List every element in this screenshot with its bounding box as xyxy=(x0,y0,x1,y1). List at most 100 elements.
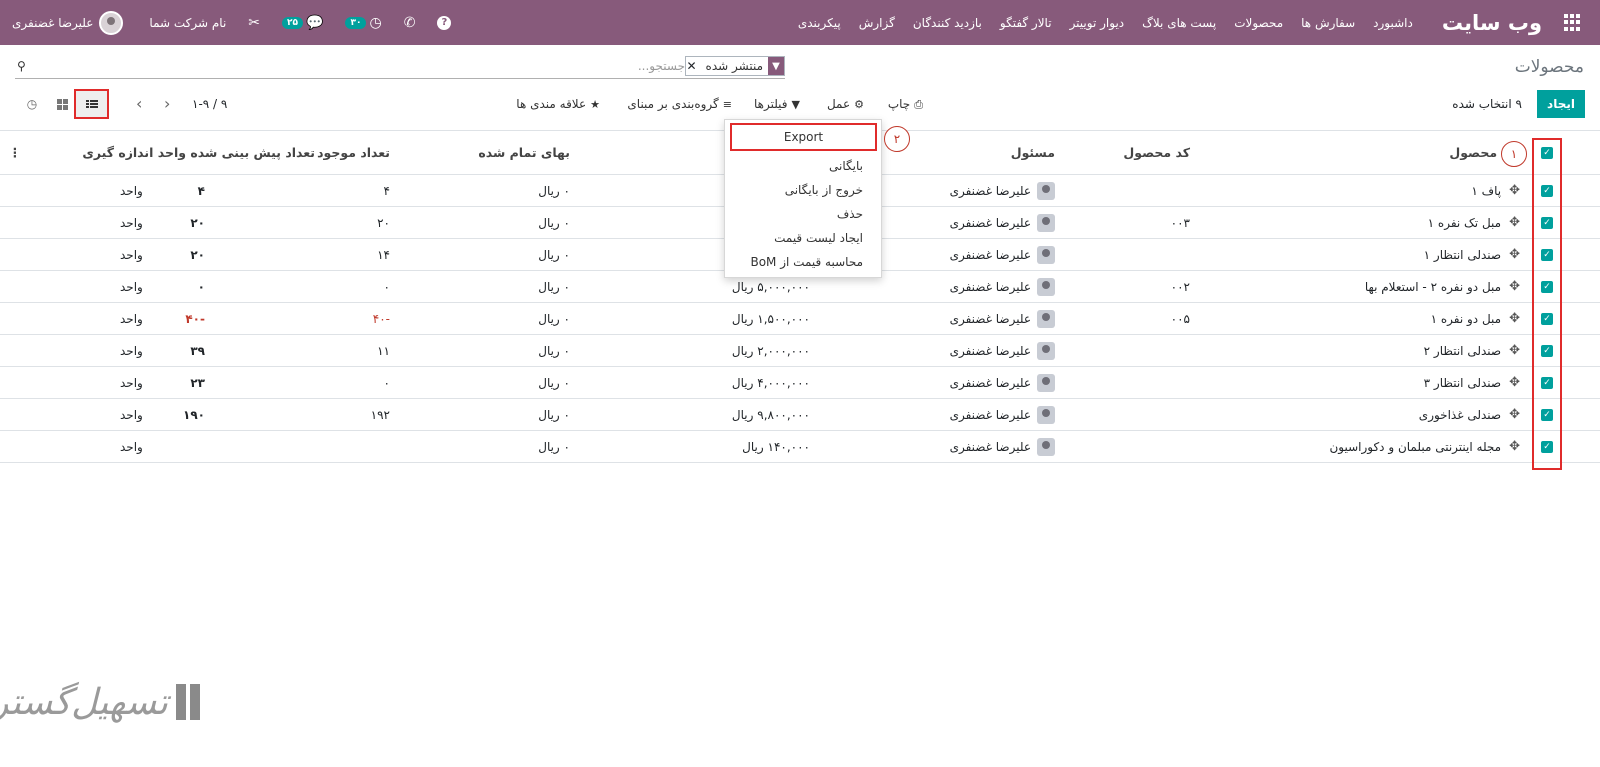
chat-icon: 💬 xyxy=(306,14,324,31)
systray: علیرضا غضنفری نام شرکت شما ✂ ۲۵ 💬 ۳۰ ◷ ✆… xyxy=(12,0,473,45)
product-name-cell: ✥ پاف ۱ xyxy=(1190,175,1520,206)
drag-handle-icon[interactable]: ✥ xyxy=(1509,439,1520,454)
chevron-left-icon[interactable]: ‹ xyxy=(136,94,142,113)
activity-view-button[interactable]: ◷ xyxy=(20,94,44,114)
activity-menu[interactable]: ۳۰ ◷ xyxy=(345,15,382,31)
responsible-cell: علیرضا غضنفری xyxy=(825,367,1055,398)
favorites-button[interactable]: ★علاقه مندی ها xyxy=(516,97,600,111)
responsible-name: علیرضا غضنفری xyxy=(949,311,1031,326)
search-input[interactable] xyxy=(265,56,685,76)
uom: واحد xyxy=(120,183,143,198)
cost-price: ۰ ریال xyxy=(538,215,570,230)
qty-available: ۱۴ xyxy=(377,247,390,262)
header-code[interactable]: کد محصول xyxy=(1080,131,1190,174)
apps-menu-icon[interactable] xyxy=(1562,13,1580,32)
table-row[interactable]: ✓ ✥ صندلی انتظار ۳ علیرضا غضنفری ۴,۰۰۰,۰۰۰ ر… xyxy=(0,367,1600,399)
menu-item-dashboard[interactable]: داشبورد xyxy=(1364,16,1422,30)
breadcrumb: محصولات xyxy=(1514,57,1584,77)
user-menu[interactable]: علیرضا غضنفری xyxy=(12,10,124,35)
filters-button[interactable]: ▼فیلترها xyxy=(754,97,800,111)
uom: واحد xyxy=(120,407,143,422)
cost-price: ۰ ریال xyxy=(538,407,570,422)
list-view-button[interactable] xyxy=(74,89,109,119)
menu-item-orders[interactable]: سفارش ها xyxy=(1292,16,1364,30)
responsible-cell: علیرضا غضنفری xyxy=(825,303,1055,334)
menu-item-reporting[interactable]: گزارش xyxy=(850,16,904,30)
drag-handle-icon[interactable]: ✥ xyxy=(1509,215,1520,230)
uom: واحد xyxy=(120,247,143,262)
product-code xyxy=(1080,399,1190,430)
table-row[interactable]: ✓ ✥ صندلی غذاخوری علیرضا غضنفری ۹,۸۰۰,۰۰۰ ری… xyxy=(0,399,1600,431)
responsible-name: علیرضا غضنفری xyxy=(949,439,1031,454)
messaging-menu[interactable]: ۲۵ 💬 xyxy=(282,15,323,31)
filters-label: فیلترها xyxy=(753,97,788,111)
drag-handle-icon[interactable]: ✥ xyxy=(1509,375,1520,390)
watermark-text: تسهیل‌گستر xyxy=(0,682,168,723)
table-row[interactable]: ✓ ✥ مجله اینترنتی مبلمان و دکوراسیون علیرضا… xyxy=(0,431,1600,463)
help-icon[interactable]: ? xyxy=(437,15,452,30)
cost-price: ۰ ریال xyxy=(538,279,570,294)
menu-item-twitter-wall[interactable]: دیوار توییتر xyxy=(1061,16,1134,30)
kanban-view-button[interactable] xyxy=(50,94,74,114)
app-brand[interactable]: وب سایت xyxy=(1442,11,1542,35)
menu-item-forum[interactable]: تالار گفتگو xyxy=(991,16,1061,30)
product-name: صندلی انتظار ۱ xyxy=(1423,247,1502,262)
optional-columns-icon[interactable]: ⋮ xyxy=(9,131,22,174)
list-icon xyxy=(85,100,98,108)
chevron-right-icon[interactable]: › xyxy=(164,94,170,113)
pager-value[interactable]: ۱-۹ / ۹ xyxy=(192,97,227,111)
debug-tools-icon[interactable]: ✂ xyxy=(248,15,260,31)
drag-handle-icon[interactable]: ✥ xyxy=(1509,407,1520,422)
responsible-name: علیرضا غضنفری xyxy=(949,247,1031,262)
responsible-avatar xyxy=(1037,309,1055,328)
print-button[interactable]: ⎙چاپ xyxy=(888,97,923,112)
action-dropdown: Export بایگانی خروج از بایگانی حذف ایجاد… xyxy=(724,119,882,278)
menu-item-create-pricelist[interactable]: ایجاد لیست قیمت xyxy=(725,226,881,250)
drag-handle-icon[interactable]: ✥ xyxy=(1509,279,1520,294)
product-name: مبل دو نفره ۲ - استعلام بها xyxy=(1364,279,1502,294)
action-button[interactable]: ⚙عمل xyxy=(827,97,864,111)
filter-icon: ▼ xyxy=(768,57,784,75)
responsible-cell: علیرضا غضنفری xyxy=(825,399,1055,430)
print-label: چاپ xyxy=(887,97,911,111)
table-row[interactable]: ✓ ✥ مبل دو نفره ۱ ۰۰۵ علیرضا غضنفری ۱,۵۰۰,۰۰۰… xyxy=(0,303,1600,335)
product-name-cell: ✥ مبل دو نفره ۲ - استعلام بها xyxy=(1190,271,1520,302)
systray-icons: نام شرکت شما ✂ ۲۵ 💬 ۳۰ ◷ ✆ ? xyxy=(149,15,473,31)
product-code: ۰۰۲ xyxy=(1170,279,1190,294)
drag-handle-icon[interactable]: ✥ xyxy=(1509,183,1520,198)
menu-item-export[interactable]: Export xyxy=(730,123,877,151)
create-button[interactable]: ایجاد xyxy=(1537,90,1585,118)
menu-item-delete[interactable]: حذف xyxy=(725,202,881,226)
cost-price: ۰ ریال xyxy=(538,183,570,198)
menu-item-unarchive[interactable]: خروج از بایگانی xyxy=(725,178,881,202)
header-cost[interactable]: بهای تمام شده xyxy=(430,131,570,174)
product-code xyxy=(1080,239,1190,270)
responsible-avatar xyxy=(1037,181,1055,200)
search-icon[interactable]: ⚲ xyxy=(17,59,26,73)
header-forecast-uom[interactable]: تعداد پیش بینی شده واحد اندازه گیری xyxy=(82,131,315,174)
table-row[interactable]: ✓ ✥ صندلی انتظار ۲ علیرضا غضنفری ۲,۰۰۰,۰۰۰ ر… xyxy=(0,335,1600,367)
close-icon[interactable]: ✕ xyxy=(686,57,700,75)
menu-item-products[interactable]: محصولات xyxy=(1225,16,1292,30)
menu-item-compute-bom-price[interactable]: محاسبه قیمت از BoM xyxy=(725,250,881,274)
product-code xyxy=(1080,431,1190,462)
drag-handle-icon[interactable]: ✥ xyxy=(1509,247,1520,262)
search-facet: ▼ منتشر شده ✕ xyxy=(685,56,785,76)
menu-item-configuration[interactable]: پیکربندی xyxy=(789,16,850,30)
product-name: مبل دو نفره ۱ xyxy=(1430,311,1502,326)
action-menu-list: بایگانی خروج از بایگانی حذف ایجاد لیست ق… xyxy=(725,154,881,274)
menu-item-visitors[interactable]: بازدید کنندگان xyxy=(904,16,991,30)
menu-item-archive[interactable]: بایگانی xyxy=(725,154,881,178)
groupby-button[interactable]: ≡گروه‌بندی بر مبنای xyxy=(627,97,732,111)
company-switcher[interactable]: نام شرکت شما xyxy=(149,16,226,30)
header-name[interactable]: نام محصول xyxy=(1190,131,1520,174)
drag-handle-icon[interactable]: ✥ xyxy=(1509,343,1520,358)
phone-icon[interactable]: ✆ xyxy=(404,15,416,31)
bars-icon: ≡ xyxy=(722,98,732,111)
main-menu: داشبورد سفارش ها محصولات پست های بلاگ دی… xyxy=(789,16,1422,30)
menu-item-blog-posts[interactable]: پست های بلاگ xyxy=(1133,16,1225,30)
company-name: نام شرکت شما xyxy=(149,15,227,30)
drag-handle-icon[interactable]: ✥ xyxy=(1509,311,1520,326)
watermark-logo: تسهیل‌گستر xyxy=(0,676,214,736)
responsible-name: علیرضا غضنفری xyxy=(949,407,1031,422)
